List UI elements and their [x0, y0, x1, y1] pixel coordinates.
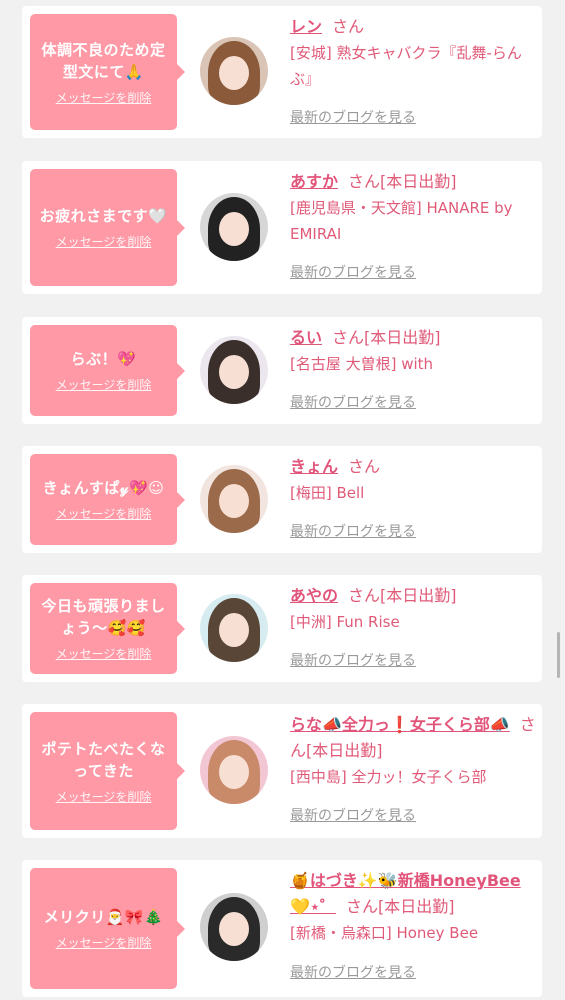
message-card: ポテトたべたくなってきた メッセージを削除 らな📣全力っ❗女子くら部📣 さん[本日… [22, 704, 542, 838]
message-text: 今日も頑張りましょう〜🥰🥰 [41, 597, 166, 637]
message-text: らぶ！💖 [70, 350, 137, 368]
latest-blog-link[interactable]: 最新のブログを見る [290, 962, 416, 982]
shop-text: [新橋・烏森口] Honey Bee [290, 924, 479, 942]
cast-suffix: さん [348, 457, 381, 476]
avatar[interactable] [200, 193, 268, 261]
delete-message-link[interactable]: メッセージを削除 [56, 376, 152, 393]
delete-message-link[interactable]: メッセージを削除 [56, 934, 152, 951]
shop-text: [鹿児島県・天文館] HANARE by EMIRAI [290, 199, 513, 243]
cast-name-link[interactable]: らな📣全力っ❗女子くら部📣 [290, 715, 510, 734]
latest-blog-link[interactable]: 最新のブログを見る [290, 392, 416, 412]
cast-name-link[interactable]: きょん [290, 457, 338, 476]
shop-text: [西中島] 全力ッ！女子くら部 [290, 768, 487, 786]
shop-text: [安城] 熟女キャバクラ『乱舞-らんぶ』 [290, 44, 522, 88]
message-text: メリクリ🎅🎀🎄 [43, 908, 164, 926]
cast-info: レン さん [安城] 熟女キャバクラ『乱舞-らんぶ』 最新のブログを見る [290, 14, 538, 138]
cast-name-link[interactable]: るい [290, 328, 322, 347]
cast-info: あすか さん[本日出勤] [鹿児島県・天文館] HANARE by EMIRAI … [290, 169, 538, 294]
avatar[interactable] [200, 736, 268, 804]
latest-blog-link[interactable]: 最新のブログを見る [290, 805, 416, 825]
cast-name-link[interactable]: あすか [290, 172, 338, 191]
latest-blog-link[interactable]: 最新のブログを見る [290, 262, 416, 282]
cast-info: きょん さん [梅田] Bell 最新のブログを見る [290, 454, 538, 553]
message-card: お疲れさまです🤍 メッセージを削除 あすか さん[本日出勤] [鹿児島県・天文館]… [22, 161, 542, 294]
cast-info: るい さん[本日出勤] [名古屋 大曽根] with 最新のブログを見る [290, 325, 538, 424]
message-bubble: 今日も頑張りましょう〜🥰🥰 メッセージを削除 [30, 583, 185, 674]
message-card: 今日も頑張りましょう〜🥰🥰 メッセージを削除 あやの さん[本日出勤] [中洲] … [22, 575, 542, 682]
avatar[interactable] [200, 893, 268, 961]
cast-info: あやの さん[本日出勤] [中洲] Fun Rise 最新のブログを見る [290, 583, 538, 682]
cast-suffix: さん[本日出勤] [348, 586, 457, 605]
avatar[interactable] [200, 594, 268, 662]
message-bubble: きょんすぱ𝓎💖☺ メッセージを削除 [30, 454, 185, 545]
message-card: きょんすぱ𝓎💖☺ メッセージを削除 きょん さん [梅田] Bell 最新のブログ… [22, 446, 542, 553]
shop-text: [梅田] Bell [290, 484, 365, 502]
latest-blog-link[interactable]: 最新のブログを見る [290, 650, 416, 670]
message-text: ポテトたべたくなってきた [41, 739, 166, 780]
delete-message-link[interactable]: メッセージを削除 [56, 505, 152, 522]
delete-message-link[interactable]: メッセージを削除 [56, 788, 152, 805]
cast-suffix: さん[本日出勤] [332, 328, 441, 347]
delete-message-link[interactable]: メッセージを削除 [56, 645, 152, 662]
message-bubble: メリクリ🎅🎀🎄 メッセージを削除 [30, 868, 185, 989]
delete-message-link[interactable]: メッセージを削除 [56, 89, 152, 106]
shop-text: [名古屋 大曽根] with [290, 355, 434, 373]
message-text: 体調不良のため定型文にて🙏 [41, 40, 166, 81]
delete-message-link[interactable]: メッセージを削除 [56, 233, 152, 250]
message-text: お疲れさまです🤍 [39, 207, 168, 225]
shop-text: [中洲] Fun Rise [290, 613, 400, 631]
cast-suffix: さん[本日出勤] [348, 172, 457, 191]
scrollbar[interactable] [557, 632, 560, 678]
message-bubble: らぶ！💖 メッセージを削除 [30, 325, 185, 416]
message-card: メリクリ🎅🎀🎄 メッセージを削除 🍯はづき✨🐝新橋HoneyBee💛⋆゜ さん[本… [22, 860, 542, 997]
cast-suffix: さん [332, 17, 365, 36]
message-bubble: ポテトたべたくなってきた メッセージを削除 [30, 712, 185, 830]
cast-name-link[interactable]: あやの [290, 586, 338, 605]
latest-blog-link[interactable]: 最新のブログを見る [290, 107, 416, 127]
latest-blog-link[interactable]: 最新のブログを見る [290, 521, 416, 541]
cast-info: 🍯はづき✨🐝新橋HoneyBee💛⋆゜ さん[本日出勤] [新橋・烏森口] Hon… [290, 868, 538, 997]
avatar[interactable] [200, 37, 268, 105]
avatar[interactable] [200, 336, 268, 404]
message-bubble: お疲れさまです🤍 メッセージを削除 [30, 169, 185, 286]
avatar[interactable] [200, 465, 268, 533]
message-card: らぶ！💖 メッセージを削除 るい さん[本日出勤] [名古屋 大曽根] with … [22, 317, 542, 424]
cast-suffix: さん[本日出勤] [345, 897, 455, 916]
message-text: きょんすぱ𝓎💖☺ [42, 479, 165, 497]
message-card: 体調不良のため定型文にて🙏 メッセージを削除 レン さん [安城] 熟女キャバクラ… [22, 6, 542, 138]
cast-info: らな📣全力っ❗女子くら部📣 さん[本日出勤] [西中島] 全力ッ！女子くら部 最新… [290, 712, 538, 838]
cast-name-link[interactable]: レン [290, 17, 322, 36]
message-bubble: 体調不良のため定型文にて🙏 メッセージを削除 [30, 14, 185, 130]
